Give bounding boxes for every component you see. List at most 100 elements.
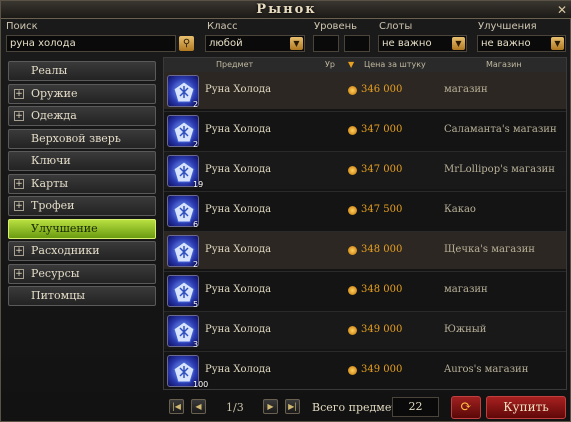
coin-icon <box>348 326 357 335</box>
close-icon[interactable]: ✕ <box>555 3 569 17</box>
next-page-button[interactable]: ▶ <box>263 399 278 414</box>
category-item[interactable]: Реалы <box>8 61 156 81</box>
table-row[interactable]: 2 Руна Холода 346 000 магазин <box>164 71 566 109</box>
item-quantity: 3 <box>193 340 199 349</box>
slots-select[interactable]: не важно ▼ <box>378 35 467 52</box>
item-quantity: 2 <box>193 140 199 149</box>
coin-icon <box>348 206 357 215</box>
search-label: Поиск <box>6 21 38 32</box>
slots-value: не важно <box>382 38 432 49</box>
table-row[interactable]: 5 Руна Холода 348 000 магазин <box>164 271 566 309</box>
coin-icon <box>348 246 357 255</box>
category-label: Расходники <box>31 244 100 257</box>
search-input[interactable]: руна холода <box>6 35 176 52</box>
class-value: любой <box>209 38 243 49</box>
item-name: Руна Холода <box>205 324 272 335</box>
item-name: Руна Холода <box>205 164 272 175</box>
table-row[interactable]: 2 Руна Холода 348 000 Щечка's магазин <box>164 231 566 269</box>
prev-page-button[interactable]: ◀ <box>191 399 206 414</box>
item-seller: Какао <box>444 204 476 215</box>
level-max-input[interactable] <box>344 35 370 52</box>
sort-desc-icon[interactable]: ▼ <box>348 58 354 71</box>
level-min-input[interactable] <box>313 35 339 52</box>
coin-icon <box>348 86 357 95</box>
category-item[interactable]: + Ресурсы <box>8 263 156 284</box>
expand-icon[interactable]: + <box>14 268 24 279</box>
item-seller: магазин <box>444 284 488 295</box>
expand-icon[interactable]: + <box>14 178 24 189</box>
category-item[interactable]: Питомцы <box>8 286 156 306</box>
coin-icon <box>348 126 357 135</box>
item-name: Руна Холода <box>205 204 272 215</box>
item-quantity: 2 <box>193 100 199 109</box>
item-seller: Щечка's магазин <box>444 244 535 255</box>
item-quantity: 100 <box>193 380 209 389</box>
upgrades-select[interactable]: не важно ▼ <box>477 35 566 52</box>
level-label: Уровень <box>314 21 358 32</box>
item-price: 348 000 <box>361 284 403 295</box>
frost-rune-icon: 5 <box>167 275 199 309</box>
search-icon[interactable]: ⚲ <box>179 36 194 51</box>
chevron-down-icon[interactable]: ▼ <box>551 37 564 50</box>
category-label: Верховой зверь <box>31 131 121 145</box>
header-seller[interactable]: Магазин <box>486 58 522 71</box>
expand-icon[interactable]: + <box>14 111 24 121</box>
coin-icon <box>348 286 357 295</box>
class-select[interactable]: любой ▼ <box>205 35 305 52</box>
category-item[interactable]: Ключи <box>8 151 156 171</box>
frost-rune-icon: 2 <box>167 115 199 149</box>
frost-rune-icon: 2 <box>167 235 199 269</box>
refresh-button[interactable]: ⟳ <box>451 396 481 419</box>
item-quantity: 5 <box>193 300 199 309</box>
category-item[interactable]: + Карты <box>8 173 156 194</box>
upgrades-label: Улучшения <box>478 21 537 32</box>
buy-button[interactable]: Купить <box>486 396 566 419</box>
item-name: Руна Холода <box>205 84 272 95</box>
item-name: Руна Холода <box>205 284 272 295</box>
category-label: Ресурсы <box>31 266 80 280</box>
table-row[interactable]: 19 Руна Холода 347 000 MrLollipop's магазин <box>164 151 566 189</box>
category-item[interactable]: + Расходники <box>8 241 156 261</box>
expand-icon[interactable]: + <box>14 201 24 211</box>
category-item[interactable]: Улучшение предметов <box>8 218 156 253</box>
table-row[interactable]: 6 Руна Холода 347 500 Какао <box>164 191 566 229</box>
title-bar: Рынок ✕ <box>1 1 571 19</box>
item-name: Руна Холода <box>205 244 272 255</box>
last-page-button[interactable]: ▶| <box>285 399 300 414</box>
expand-icon[interactable]: + <box>14 246 24 256</box>
item-name: Руна Холода <box>205 124 272 135</box>
item-price: 346 000 <box>361 84 403 95</box>
item-quantity: 19 <box>193 180 204 189</box>
slots-label: Слоты <box>379 21 413 32</box>
table-row[interactable]: 100 Руна Холода 349 000 Auros's магазин <box>164 351 566 389</box>
header-price[interactable]: Цена за штуку <box>364 58 426 71</box>
header-level[interactable]: Ур <box>325 58 335 71</box>
category-item[interactable]: + Оружие <box>8 83 156 104</box>
category-label: Трофеи <box>31 199 75 212</box>
category-item[interactable]: + Одежда <box>8 106 156 126</box>
item-price: 348 000 <box>361 244 403 255</box>
class-label: Класс <box>207 21 238 32</box>
category-sidebar: Реалы + Оружие + Одежда Верховой зверь Ключи + К… <box>5 57 159 419</box>
item-price: 349 000 <box>361 324 403 335</box>
refresh-icon: ⟳ <box>460 399 472 415</box>
upgrades-value: не важно <box>481 38 531 49</box>
chevron-down-icon[interactable]: ▼ <box>290 37 303 50</box>
category-item[interactable]: Верховой зверь <box>8 128 156 149</box>
category-item[interactable]: + Трофеи <box>8 196 156 216</box>
frost-rune-icon: 3 <box>167 315 199 349</box>
item-price: 347 000 <box>361 164 403 175</box>
item-seller: магазин <box>444 84 488 95</box>
expand-icon[interactable]: + <box>14 88 24 99</box>
first-page-button[interactable]: |◀ <box>169 399 184 414</box>
item-quantity: 2 <box>193 260 199 269</box>
table-row[interactable]: 3 Руна Холода 349 000 Южный <box>164 311 566 349</box>
item-seller: Саламанта's магазин <box>444 124 557 135</box>
chevron-down-icon[interactable]: ▼ <box>452 37 465 50</box>
header-item[interactable]: Предмет <box>216 58 253 71</box>
category-label: Одежда <box>31 109 77 122</box>
table-row[interactable]: 2 Руна Холода 347 000 Саламанта's магазин <box>164 111 566 149</box>
category-label: Карты <box>31 176 68 190</box>
item-quantity: 6 <box>193 220 199 229</box>
frost-rune-icon: 100 <box>167 355 208 389</box>
